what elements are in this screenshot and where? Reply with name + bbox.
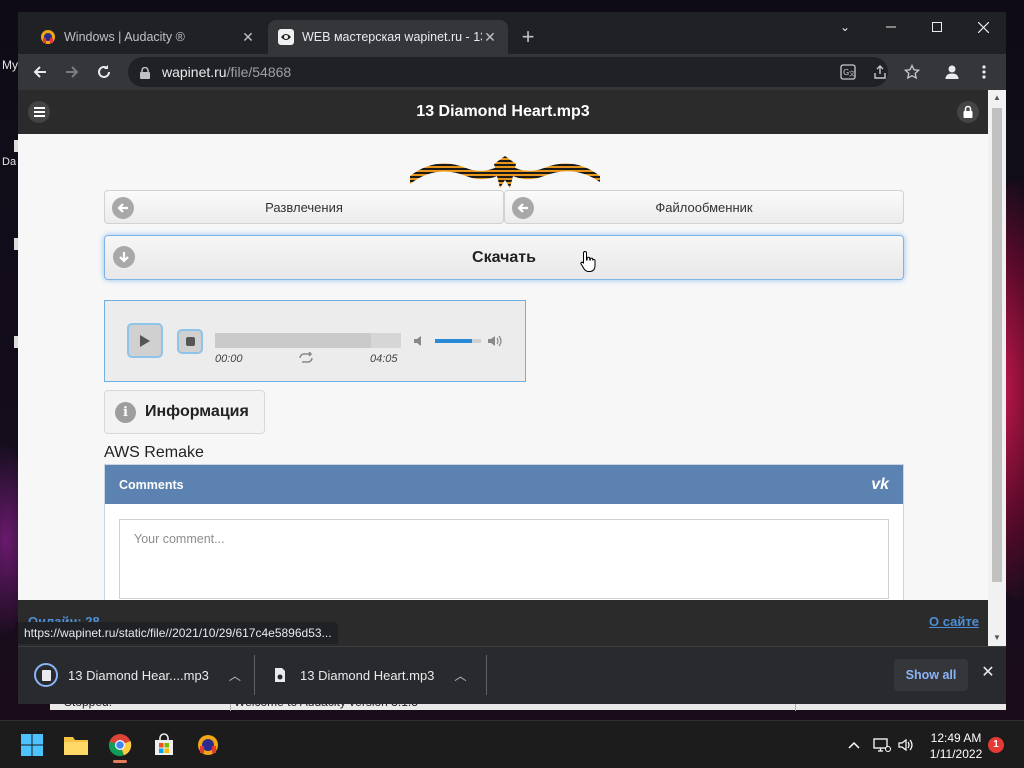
- desktop-label[interactable]: My: [2, 58, 18, 72]
- close-shelf-icon[interactable]: ✕: [978, 663, 998, 683]
- duration: 04:05: [370, 353, 398, 365]
- tab-search-button[interactable]: ⌄: [822, 12, 868, 42]
- arrow-left-icon: [112, 197, 134, 219]
- reload-button[interactable]: [90, 58, 118, 86]
- kebab-menu-icon[interactable]: [974, 62, 994, 82]
- stop-button[interactable]: [177, 329, 203, 354]
- scroll-up-icon[interactable]: ▲: [988, 90, 1006, 106]
- page-viewport: 13 Diamond Heart.mp3 Развлечения Файлооб…: [18, 90, 988, 600]
- tab-close-icon[interactable]: ✕: [482, 29, 498, 45]
- tab-strip: Windows | Audacity ® ✕ WEB мастерская wa…: [18, 12, 1006, 54]
- svg-text:文: 文: [849, 70, 855, 78]
- comments-widget: Comments vk Your comment...: [104, 464, 904, 600]
- translate-icon[interactable]: G文: [838, 62, 858, 82]
- scroll-down-icon[interactable]: ▼: [988, 630, 1006, 646]
- breadcrumb-label: Файлообменник: [655, 199, 753, 215]
- download-label: Скачать: [472, 248, 536, 266]
- notification-badge[interactable]: 1: [988, 737, 1004, 753]
- play-button[interactable]: [127, 323, 163, 358]
- close-window-button[interactable]: [960, 12, 1006, 42]
- scroll-thumb[interactable]: [992, 108, 1002, 582]
- progress-track[interactable]: [215, 333, 401, 348]
- tab-close-icon[interactable]: ✕: [240, 29, 256, 45]
- breadcrumb-fileshare-button[interactable]: Файлообменник: [504, 190, 904, 224]
- desktop-label[interactable]: Da: [2, 156, 16, 168]
- chrome-window: Windows | Audacity ® ✕ WEB мастерская wa…: [18, 12, 1006, 704]
- page-scrollbar[interactable]: ▲ ▼: [988, 90, 1006, 646]
- audio-file-icon: [34, 663, 58, 687]
- profile-icon[interactable]: [942, 62, 962, 82]
- link-status-url: https://wapinet.ru/static/file//2021/10/…: [18, 622, 338, 644]
- audio-file-icon: [272, 666, 288, 684]
- tab-title: WEB мастерская wapinet.ru - 13: [302, 30, 482, 44]
- download-filename: 13 Diamond Hear....mp3: [68, 667, 209, 683]
- progress-loaded: [215, 333, 372, 348]
- loop-icon[interactable]: [297, 351, 315, 367]
- start-button[interactable]: [14, 727, 50, 763]
- audacity-favicon-icon: [40, 29, 56, 45]
- back-button[interactable]: [26, 58, 54, 86]
- info-label: Информация: [145, 403, 249, 420]
- about-link[interactable]: О сайте: [929, 614, 979, 629]
- volume-level: [435, 339, 472, 343]
- site-header: 13 Diamond Heart.mp3: [18, 90, 988, 134]
- chevron-up-icon[interactable]: ︿: [454, 667, 466, 684]
- file-description: AWS Remake: [104, 444, 204, 461]
- download-filename: 13 Diamond Heart.mp3: [300, 667, 435, 683]
- volume-icon[interactable]: [896, 735, 916, 755]
- comments-title: Comments: [119, 477, 184, 492]
- arrow-down-icon: [113, 246, 135, 268]
- vk-logo-icon: vk: [871, 475, 889, 493]
- download-shelf: 13 Diamond Hear....mp3 ︿ 13 Diamond Hear…: [18, 646, 1006, 704]
- minimize-button[interactable]: [868, 12, 914, 42]
- chrome-taskbar-icon[interactable]: [102, 727, 138, 763]
- breadcrumb-entertainment-button[interactable]: Развлечения: [104, 190, 504, 224]
- info-icon: i: [115, 401, 136, 423]
- st-george-ribbon-logo: [410, 156, 600, 188]
- store-icon[interactable]: [146, 727, 182, 763]
- login-lock-icon[interactable]: [957, 101, 979, 123]
- clock-date: 1/11/2022: [929, 747, 983, 761]
- system-clock[interactable]: 12:49 AM 1/11/2022: [924, 730, 988, 762]
- download-item[interactable]: 13 Diamond Heart.mp3 ︿: [272, 655, 466, 695]
- download-button[interactable]: Скачать: [104, 235, 904, 280]
- new-tab-button[interactable]: +: [516, 25, 540, 49]
- mute-icon[interactable]: [413, 335, 425, 350]
- windows-taskbar: 12:49 AM 1/11/2022 1: [0, 720, 1024, 768]
- info-button[interactable]: i Информация: [104, 390, 265, 434]
- tab-wapinet[interactable]: WEB мастерская wapinet.ru - 13 ✕: [268, 20, 508, 54]
- download-item[interactable]: 13 Diamond Hear....mp3 ︿: [34, 655, 241, 695]
- wapinet-favicon-icon: [278, 29, 294, 45]
- hand-cursor-icon: [580, 250, 596, 272]
- forward-button[interactable]: [58, 58, 86, 86]
- maximize-button[interactable]: [914, 12, 960, 42]
- url-path: /file/54868: [226, 64, 292, 80]
- page-title: 13 Diamond Heart.mp3: [416, 103, 590, 120]
- bookmark-star-icon[interactable]: [902, 62, 922, 82]
- current-time: 00:00: [215, 353, 243, 365]
- comment-input[interactable]: Your comment...: [119, 519, 889, 599]
- browser-toolbar: wapinet.ru/file/54868 G文: [18, 54, 1006, 90]
- url-text: wapinet.ru/file/54868: [162, 64, 291, 80]
- tab-audacity[interactable]: Windows | Audacity ® ✕: [30, 20, 266, 54]
- volume-slider[interactable]: [435, 339, 481, 343]
- windows-logo-icon: [21, 734, 43, 756]
- network-icon[interactable]: [872, 735, 892, 755]
- address-bar[interactable]: wapinet.ru/file/54868: [128, 57, 888, 87]
- clock-time: 12:49 AM: [930, 731, 982, 745]
- audacity-taskbar-icon[interactable]: [190, 727, 226, 763]
- tab-title: Windows | Audacity ®: [64, 30, 185, 44]
- audio-player: 00:00 04:05: [104, 300, 526, 382]
- file-explorer-icon[interactable]: [58, 727, 94, 763]
- chevron-up-icon[interactable]: ︿: [229, 667, 241, 684]
- arrow-left-icon: [512, 197, 534, 219]
- volume-max-icon[interactable]: [487, 335, 503, 350]
- breadcrumb-label: Развлечения: [265, 199, 343, 215]
- lock-icon: [140, 66, 150, 79]
- url-host: wapinet.ru: [162, 64, 227, 80]
- share-icon[interactable]: [870, 62, 890, 82]
- chevron-up-icon[interactable]: [844, 735, 864, 755]
- comments-header: Comments vk: [105, 465, 903, 504]
- show-all-downloads-button[interactable]: Show all: [894, 659, 968, 691]
